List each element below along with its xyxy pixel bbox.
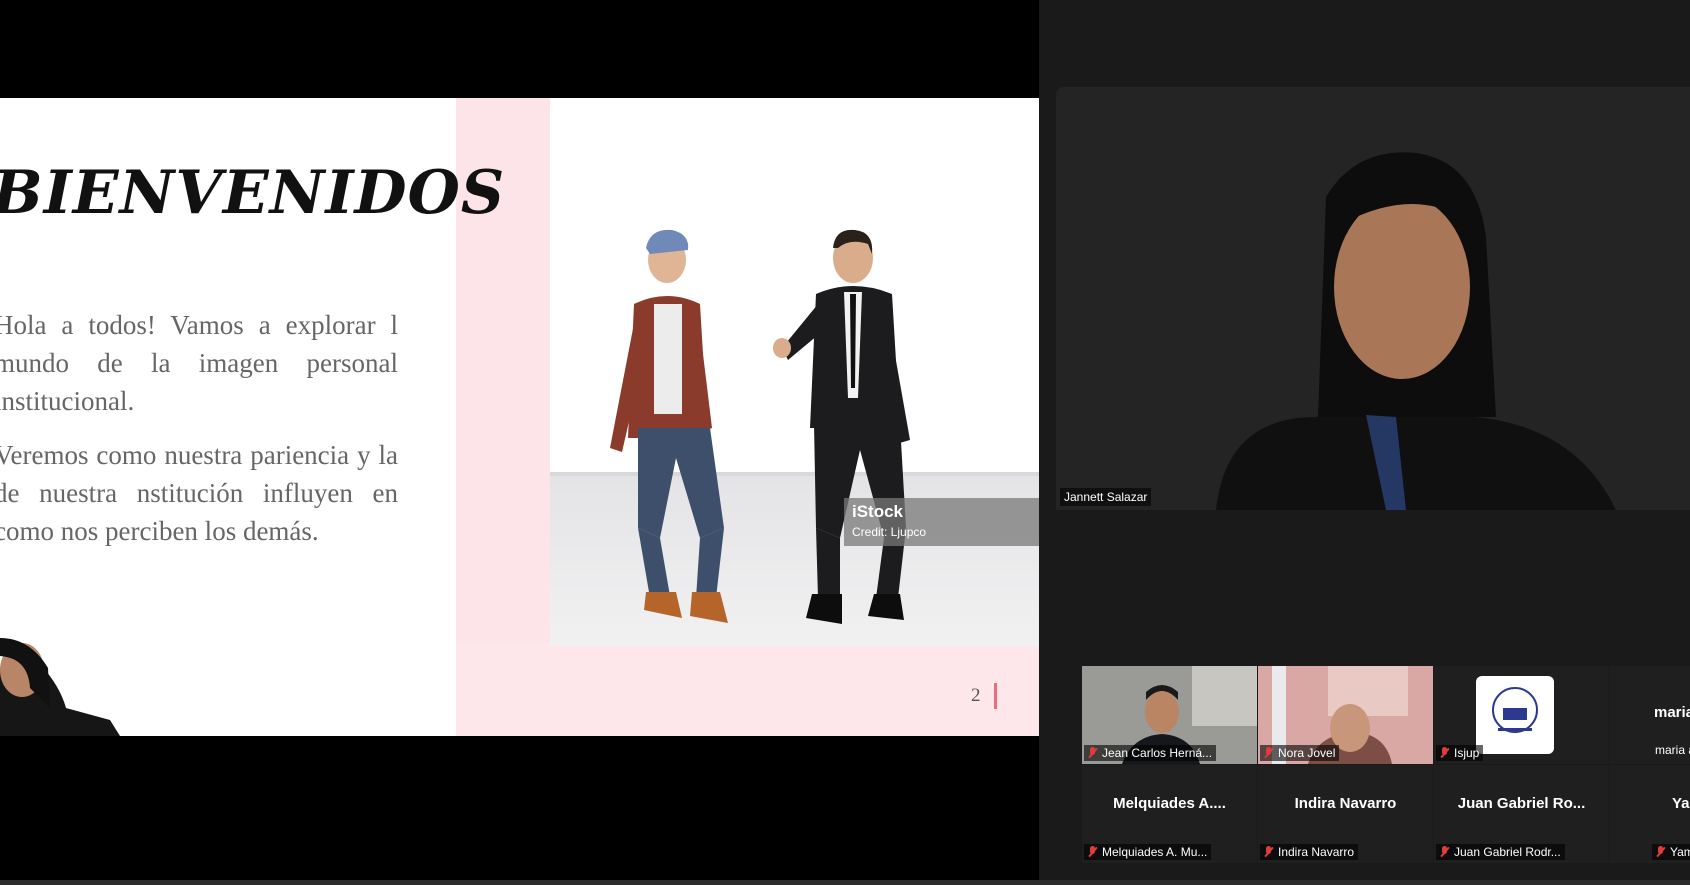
speaker-name-label: Jannett Salazar bbox=[1060, 488, 1152, 506]
participant-display-name: Melquiades A.... bbox=[1113, 795, 1226, 812]
video-gallery-panel: Jannett Salazar Jean Carlos Herná... Nor… bbox=[1039, 0, 1690, 885]
participant-tile-isjup[interactable]: Isjup bbox=[1434, 666, 1609, 764]
mic-muted-icon bbox=[1087, 747, 1098, 759]
istock-watermark: iStock Credit: Ljupco bbox=[844, 498, 1039, 546]
young-man-figure bbox=[610, 229, 728, 623]
participant-name-label: Juan Gabriel Rodr... bbox=[1454, 845, 1561, 859]
istock-logo-text: iStock bbox=[852, 502, 904, 521]
participant-name-label: Indira Navarro bbox=[1278, 845, 1355, 859]
presentation-slide: BIENVENIDOS Hola a todos! Vamos a explor… bbox=[0, 98, 1039, 736]
slide-title: BIENVENIDOS bbox=[0, 158, 506, 228]
participant-tile-nora-jovel[interactable]: Nora Jovel bbox=[1258, 666, 1433, 764]
participant-name-label: Isjup bbox=[1454, 746, 1480, 760]
participant-tile-melquiades[interactable]: Melquiades A.... Melquiades A. Mu... bbox=[1082, 765, 1257, 863]
participant-display-name: Yamilet bbox=[1672, 795, 1690, 812]
slide-number-accent-bar bbox=[994, 683, 997, 709]
participant-name-label: maria alvarez bbox=[1655, 743, 1690, 757]
participant-name-label: Nora Jovel bbox=[1278, 746, 1336, 760]
photo-credit: Credit: Ljupco bbox=[852, 525, 927, 539]
participant-display-name: Indira Navarro bbox=[1294, 795, 1397, 812]
participant-name-label: Yamileth S bbox=[1670, 845, 1690, 859]
mic-muted-icon bbox=[1087, 846, 1098, 858]
participant-tile-juan-gabriel[interactable]: Juan Gabriel Ro... Juan Gabriel Rodr... bbox=[1434, 765, 1609, 863]
participant-display-name: maria bbox=[1654, 704, 1690, 721]
participant-tile-maria-alvarez[interactable]: maria maria alvarez bbox=[1610, 666, 1690, 764]
slide-page-number: 2 bbox=[971, 685, 981, 706]
mic-muted-icon bbox=[1655, 846, 1666, 858]
slide-photo-two-men-sitting: iStock Credit: Ljupco bbox=[550, 98, 1039, 646]
presenter-overlay-video bbox=[0, 598, 120, 736]
mic-muted-icon bbox=[1439, 747, 1450, 759]
speaker-illustration bbox=[1216, 152, 1616, 510]
people-illustration bbox=[610, 229, 910, 624]
mic-muted-icon bbox=[1263, 846, 1274, 858]
participant-tile-jean-carlos[interactable]: Jean Carlos Herná... bbox=[1082, 666, 1257, 764]
participant-tile-indira-navarro[interactable]: Indira Navarro Indira Navarro bbox=[1258, 765, 1433, 863]
slide-paragraph-detail: Veremos como nuestra pariencia y la de n… bbox=[0, 440, 398, 546]
participant-display-name: Juan Gabriel Ro... bbox=[1457, 795, 1586, 812]
participant-name-label: Melquiades A. Mu... bbox=[1102, 845, 1208, 859]
shared-screen: BIENVENIDOS Hola a todos! Vamos a explor… bbox=[0, 0, 1039, 885]
slide-paragraph-intro: Hola a todos! Vamos a explorar l mundo d… bbox=[0, 310, 398, 416]
mic-muted-icon bbox=[1439, 846, 1450, 858]
isjup-logo bbox=[1476, 676, 1554, 754]
businessman-figure bbox=[773, 229, 910, 624]
bottom-divider bbox=[0, 880, 1690, 885]
mic-muted-icon bbox=[1263, 747, 1274, 759]
participant-tile-yamileth[interactable]: Yamilet Yamileth S bbox=[1610, 765, 1690, 863]
participant-name-label: Jean Carlos Herná... bbox=[1102, 746, 1213, 760]
active-speaker-video[interactable]: Jannett Salazar bbox=[1056, 87, 1690, 510]
